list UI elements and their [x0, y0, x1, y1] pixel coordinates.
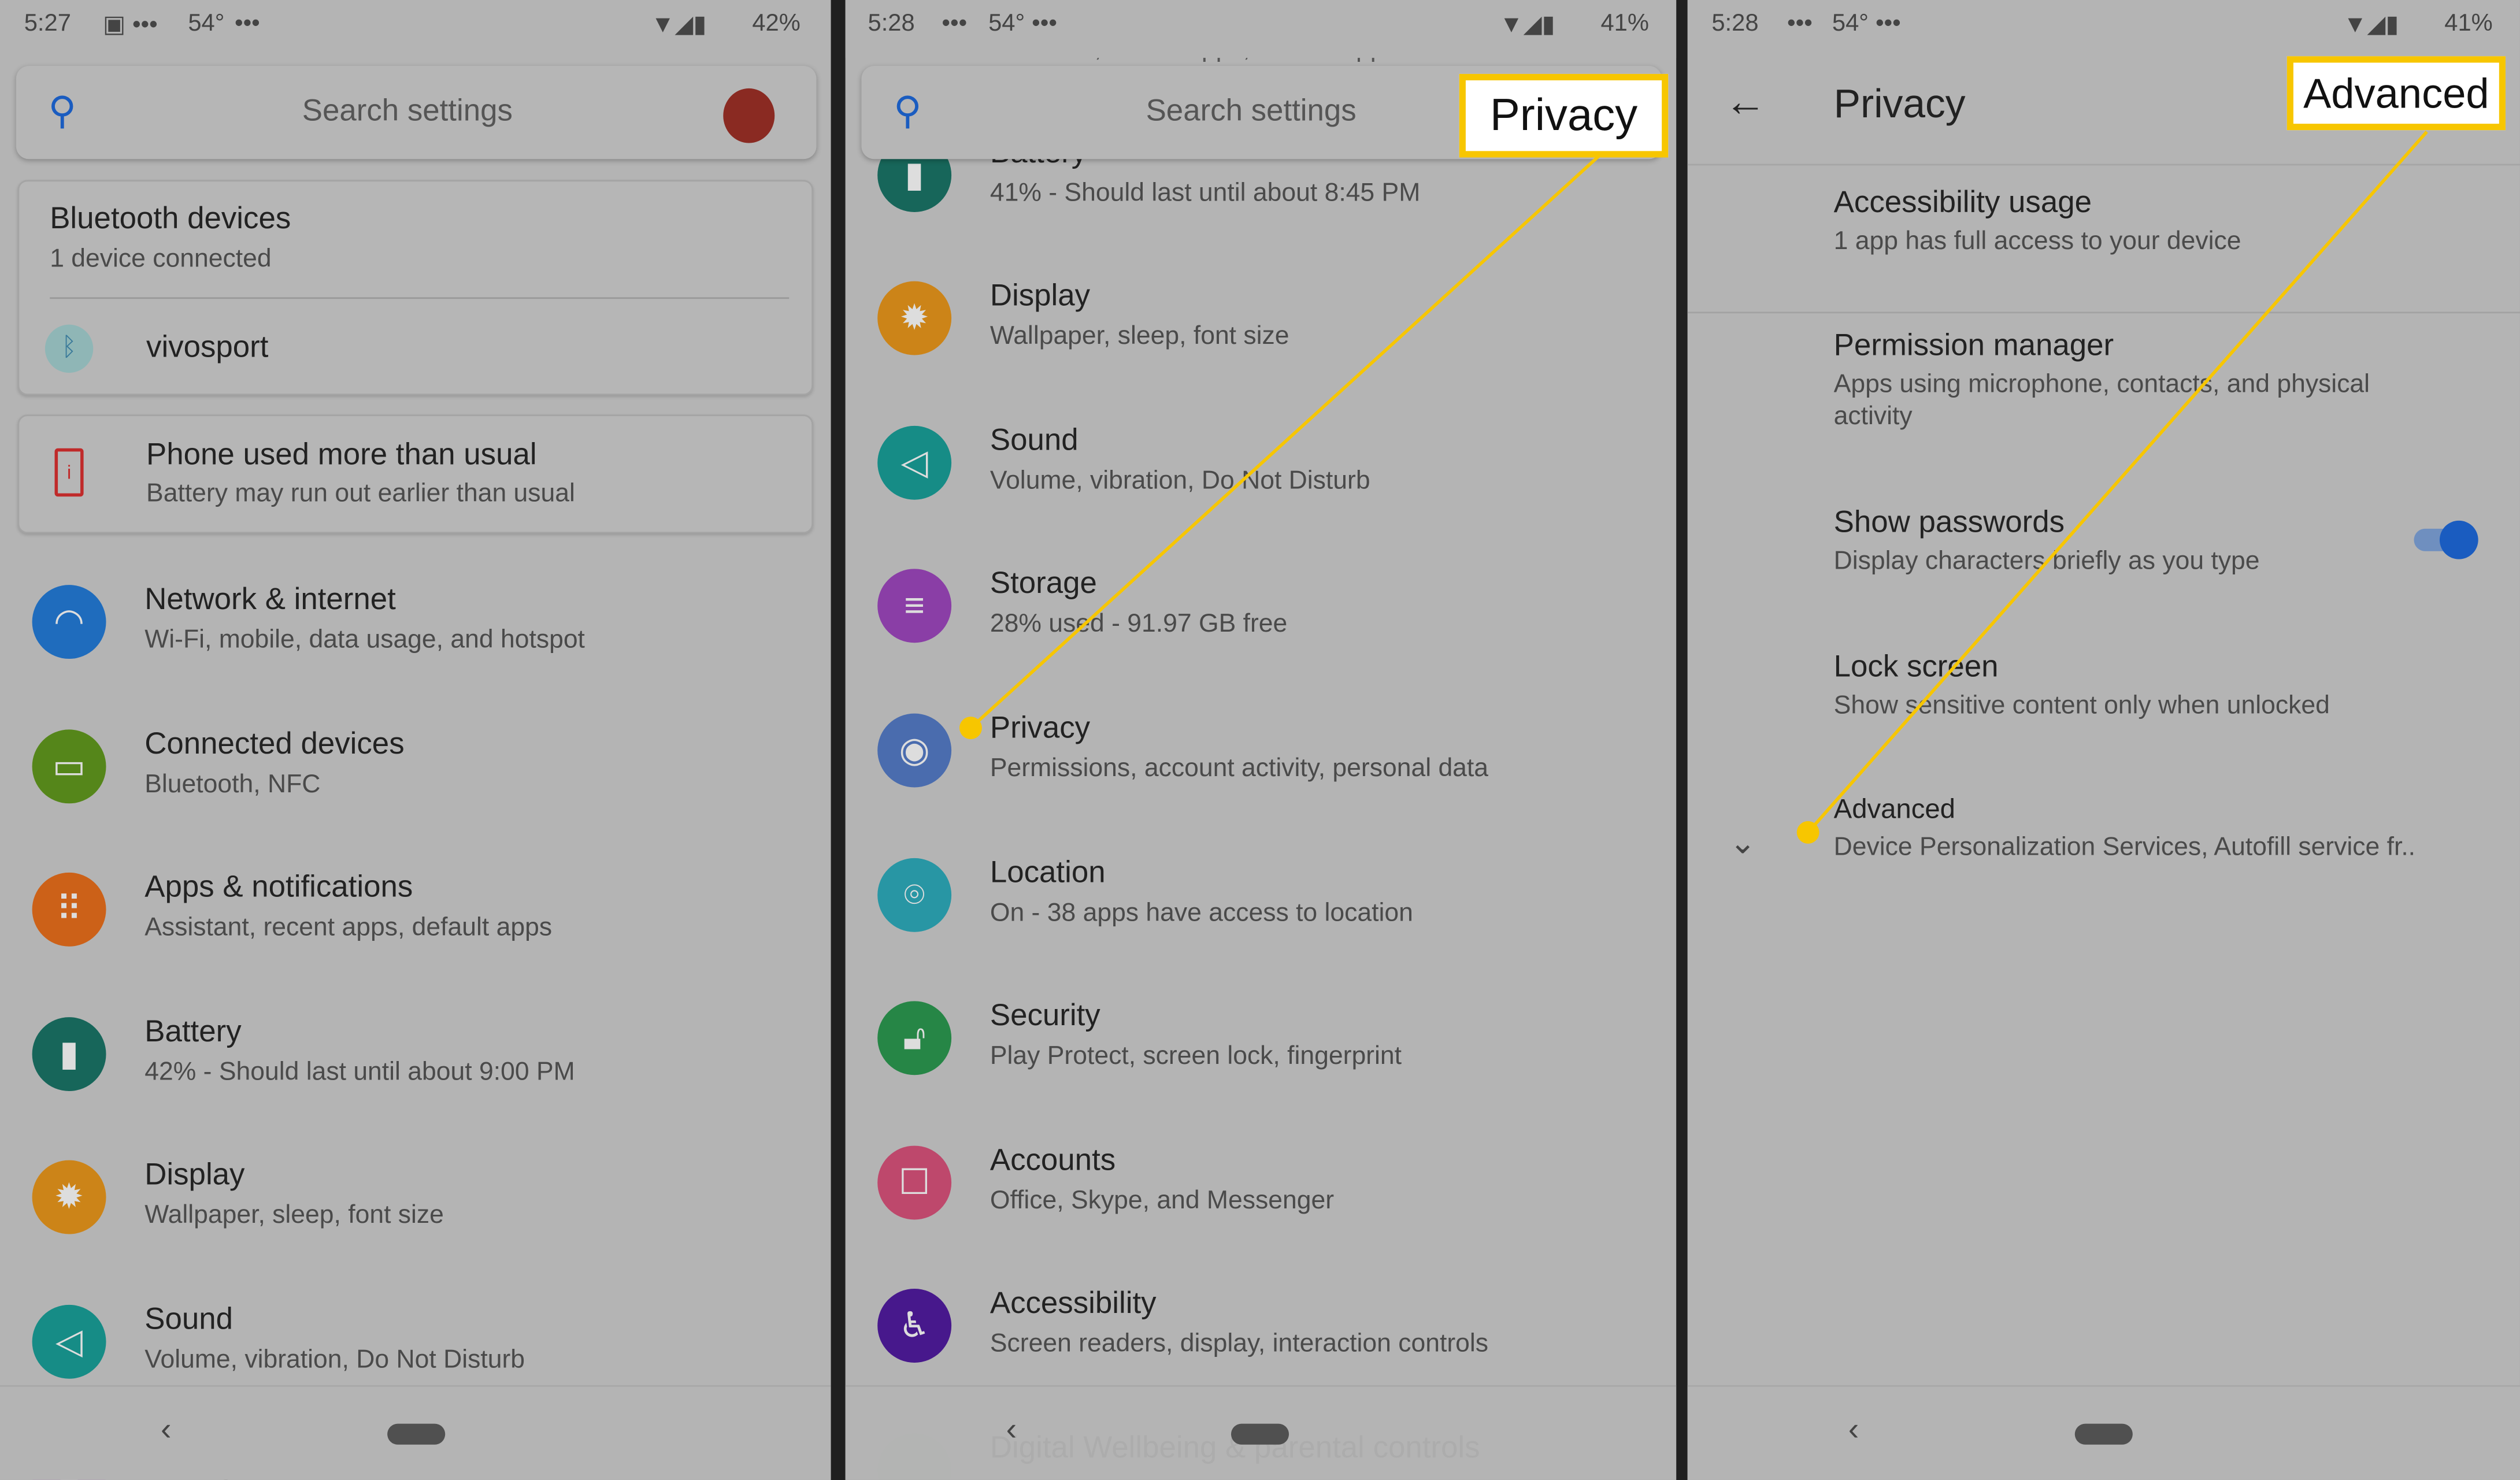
screenshot-stage: 5:27 ▣ ••• 54° ••• ▼◢▮ 42% ⚲ Search sett…	[0, 0, 2520, 1480]
advanced-callout: Advanced	[2286, 56, 2506, 131]
advanced-callout-dot	[1796, 821, 1819, 844]
callout-lines	[959, 131, 2428, 844]
privacy-callout: Privacy	[1459, 73, 1669, 158]
advanced-callout-line	[1807, 131, 2428, 834]
privacy-callout-dot	[959, 717, 982, 740]
privacy-callout-line	[969, 154, 1600, 729]
